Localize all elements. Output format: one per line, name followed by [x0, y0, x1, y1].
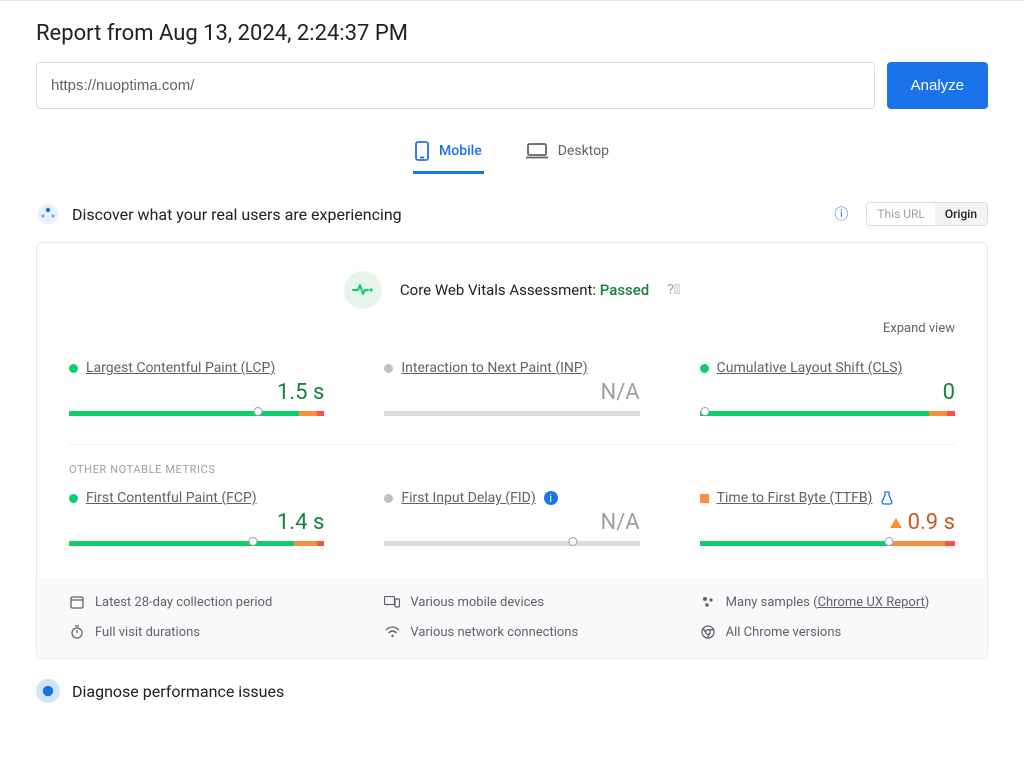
marker-icon — [253, 407, 262, 416]
warning-triangle-icon — [890, 518, 902, 528]
metric-ttfb-name[interactable]: Time to First Byte (TTFB) — [717, 490, 873, 506]
footer-samples-suffix: ) — [925, 595, 930, 610]
marker-icon — [700, 407, 709, 416]
metric-lcp-value: 1.5 s — [69, 380, 324, 405]
footer-collection: Latest 28-day collection period — [95, 595, 272, 610]
experimental-flask-icon[interactable] — [880, 491, 894, 505]
field-data-card: Core Web Vitals Assessment: Passed ?⃝ Ex… — [36, 242, 988, 659]
metric-fid-bar — [384, 541, 639, 546]
toggle-this-url[interactable]: This URL — [867, 203, 935, 225]
metric-cls-name[interactable]: Cumulative Layout Shift (CLS) — [717, 360, 903, 376]
discover-icon — [36, 202, 60, 226]
chrome-ux-report-link[interactable]: Chrome UX Report — [818, 595, 925, 610]
metric-fid: First Input Delay (FID) i N/A — [384, 476, 639, 568]
wifi-icon — [384, 624, 400, 640]
footer-devices: Various mobile devices — [410, 595, 544, 610]
metric-lcp: Largest Contentful Paint (LCP) 1.5 s — [69, 346, 324, 438]
footer-samples: Many samples (Chrome UX Report) — [726, 595, 930, 610]
metric-cls-value: 0 — [700, 380, 955, 405]
tab-mobile-label: Mobile — [439, 143, 482, 159]
status-dot-na-icon — [384, 494, 393, 503]
analyze-button[interactable]: Analyze — [887, 62, 988, 109]
metric-inp-bar — [384, 411, 639, 416]
url-origin-toggle: This URL Origin — [866, 202, 988, 226]
status-dot-na-icon — [384, 364, 393, 373]
desktop-icon — [526, 143, 548, 159]
metric-fcp: First Contentful Paint (FCP) 1.4 s — [69, 476, 324, 568]
samples-icon — [700, 594, 716, 610]
footer-samples-prefix: Many samples ( — [726, 595, 818, 610]
metric-inp: Interaction to Next Paint (INP) N/A — [384, 346, 639, 438]
marker-icon — [248, 537, 257, 546]
metric-cls: Cumulative Layout Shift (CLS) 0 — [700, 346, 955, 438]
tab-desktop[interactable]: Desktop — [524, 133, 611, 174]
metric-ttfb: Time to First Byte (TTFB) 0.9 s — [700, 476, 955, 568]
status-dot-good-icon — [69, 494, 78, 503]
footer-durations: Full visit durations — [95, 625, 200, 640]
footer-versions: All Chrome versions — [726, 625, 842, 640]
help-icon[interactable]: ?⃝ — [667, 282, 680, 298]
calendar-icon — [69, 594, 85, 610]
toggle-origin[interactable]: Origin — [935, 203, 987, 225]
diagnose-icon — [36, 679, 60, 703]
marker-icon — [884, 537, 893, 546]
field-data-footer: Latest 28-day collection period Various … — [37, 578, 987, 658]
discover-title: Discover what your real users are experi… — [72, 205, 822, 224]
metric-ttfb-value-text: 0.9 s — [908, 510, 955, 535]
status-dot-good-icon — [700, 364, 709, 373]
info-badge-icon[interactable]: i — [544, 491, 558, 505]
devices-icon — [384, 594, 400, 610]
info-icon[interactable]: ⓘ — [834, 204, 848, 224]
chrome-icon — [700, 624, 716, 640]
assessment-status: Passed — [600, 281, 650, 299]
metric-lcp-name[interactable]: Largest Contentful Paint (LCP) — [86, 360, 275, 376]
diagnose-title: Diagnose performance issues — [72, 682, 988, 701]
tab-desktop-label: Desktop — [558, 143, 609, 159]
url-input[interactable] — [36, 62, 875, 109]
metric-fcp-name[interactable]: First Contentful Paint (FCP) — [86, 490, 257, 506]
status-square-avg-icon — [700, 494, 709, 503]
device-tabs: Mobile Desktop — [36, 133, 988, 174]
marker-icon — [569, 537, 578, 546]
report-title: Report from Aug 13, 2024, 2:24:37 PM — [36, 21, 988, 46]
other-metrics-label: OTHER NOTABLE METRICS — [69, 444, 955, 476]
metric-fid-value: N/A — [384, 510, 639, 535]
mobile-icon — [415, 141, 429, 161]
assessment-prefix: Core Web Vitals Assessment: — [400, 281, 600, 299]
metric-lcp-bar — [69, 411, 324, 416]
metric-cls-bar — [700, 411, 955, 416]
metric-fcp-value: 1.4 s — [69, 510, 324, 535]
metric-fcp-bar — [69, 541, 324, 546]
footer-network: Various network connections — [410, 625, 578, 640]
status-dot-good-icon — [69, 364, 78, 373]
assessment-text: Core Web Vitals Assessment: Passed — [400, 281, 649, 299]
metric-ttfb-value: 0.9 s — [700, 510, 955, 535]
heartbeat-icon — [344, 271, 382, 309]
metric-inp-name[interactable]: Interaction to Next Paint (INP) — [401, 360, 587, 376]
metric-ttfb-bar — [700, 541, 955, 546]
timer-icon — [69, 624, 85, 640]
tab-mobile[interactable]: Mobile — [413, 133, 484, 174]
expand-view-button[interactable]: Expand view — [69, 321, 955, 336]
metric-fid-name[interactable]: First Input Delay (FID) — [401, 490, 535, 506]
metric-inp-value: N/A — [384, 380, 639, 405]
